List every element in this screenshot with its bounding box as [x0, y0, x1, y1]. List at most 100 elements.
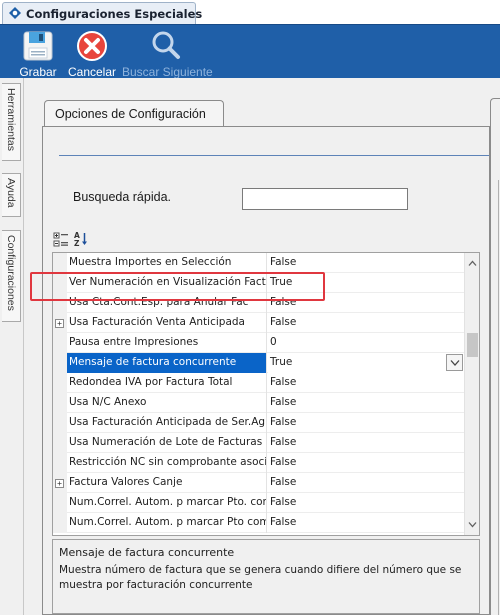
scroll-down-arrow-icon[interactable] — [468, 519, 477, 528]
property-name: Factura Valores Canje — [67, 473, 267, 493]
side-tab-ayuda[interactable]: Ayuda — [2, 173, 21, 217]
categorized-view-icon[interactable] — [52, 230, 70, 248]
quick-search-input[interactable] — [242, 188, 408, 210]
property-value[interactable]: False — [268, 413, 465, 433]
property-grid-rows: Muestra Importes en Selección False Ver Nu… — [53, 253, 465, 533]
property-row[interactable]: Ver Numeración en Visualización Factura T… — [53, 273, 465, 293]
main-area: Opciones de Configuración Busqueda rápid… — [24, 78, 500, 615]
save-button-label: Grabar — [19, 65, 57, 79]
property-name: Usa Facturación Venta Anticipada — [67, 313, 267, 333]
description-title: Mensaje de factura concurrente — [59, 546, 235, 559]
cancel-button[interactable]: Cancelar — [67, 28, 117, 79]
property-grid-scrollbar[interactable] — [464, 253, 479, 535]
find-next-button[interactable]: Buscar Siguiente — [122, 28, 213, 79]
save-button[interactable]: Grabar — [18, 28, 58, 79]
sort-az-icon[interactable]: A Z — [72, 230, 90, 248]
expand-plus-icon[interactable]: + — [55, 479, 64, 488]
property-value[interactable]: False — [268, 253, 465, 273]
chevron-down-icon — [450, 360, 460, 366]
property-value[interactable]: True — [268, 353, 465, 373]
property-row[interactable]: Num.Correl. Autom. p marcar Pto. como Fal… — [53, 493, 465, 513]
property-value[interactable]: 0 — [268, 333, 465, 353]
row-gutter — [53, 253, 67, 273]
property-value[interactable]: False — [268, 313, 465, 333]
side-tab-label: Ayuda — [5, 178, 17, 208]
svg-text:Z: Z — [74, 239, 80, 248]
side-tab-configuraciones[interactable]: Configuraciones — [2, 230, 21, 322]
property-row[interactable]: Redondea IVA por Factura Total False — [53, 373, 465, 393]
property-name: Usa Facturación Anticipada de Ser.Ag. — [67, 413, 267, 433]
row-gutter — [53, 293, 67, 313]
property-value[interactable]: True — [268, 273, 465, 293]
property-grid: Muestra Importes en Selección False Ver Nu… — [52, 252, 480, 536]
property-value[interactable]: False — [268, 373, 465, 393]
floppy-disk-icon — [21, 29, 55, 63]
window-tab[interactable]: Configuraciones Especiales — [2, 2, 202, 24]
property-value[interactable]: False — [268, 293, 465, 313]
row-gutter — [53, 453, 67, 473]
property-row[interactable]: + Factura Valores Canje False — [53, 473, 465, 493]
property-name: Muestra Importes en Selección — [67, 253, 267, 273]
side-tab-label: Configuraciones — [5, 235, 17, 311]
property-row[interactable]: Usa N/C Anexo False — [53, 393, 465, 413]
property-row[interactable]: Usa Numeración de Lote de Facturas False — [53, 433, 465, 453]
property-description-pane: Mensaje de factura concurrente Muestra n… — [52, 539, 480, 614]
description-text: Muestra número de factura que se genera … — [59, 564, 462, 591]
property-grid-toolbar: A Z — [52, 229, 480, 249]
property-name: Num.Correl. Autom. p marcar Pto como — [67, 513, 267, 533]
row-gutter: + — [53, 473, 67, 493]
property-name: Pausa entre Impresiones — [67, 333, 267, 353]
row-gutter — [53, 413, 67, 433]
config-panel: Busqueda rápida. A Z Muestra Importes en… — [42, 126, 490, 615]
side-tab-strip: Herramientas Ayuda Configuraciones — [0, 78, 24, 615]
window-tab-strip: Configuraciones Especiales — [0, 0, 500, 24]
scrollbar-thumb[interactable] — [467, 333, 478, 357]
property-value[interactable]: False — [268, 433, 465, 453]
tab-opciones-de-configuracion[interactable]: Opciones de Configuración — [44, 100, 224, 127]
property-name: Restricción NC sin comprobante asociado — [67, 453, 267, 473]
quick-search-label: Busqueda rápida. — [73, 190, 171, 204]
row-gutter — [53, 333, 67, 353]
cancel-x-icon — [75, 29, 109, 63]
property-name: Mensaje de factura concurrente — [67, 353, 267, 373]
property-name: Redondea IVA por Factura Total — [67, 373, 267, 393]
property-row[interactable]: Num.Correl. Autom. p marcar Pto como Fals… — [53, 513, 465, 533]
row-gutter: + — [53, 313, 67, 333]
panel-divider — [59, 155, 489, 156]
row-gutter — [53, 433, 67, 453]
row-gutter — [53, 393, 67, 413]
property-row[interactable]: Pausa entre Impresiones 0 — [53, 333, 465, 353]
tab-label: Opciones de Configuración — [55, 107, 206, 121]
row-gutter — [53, 353, 67, 373]
property-row-selected[interactable]: Mensaje de factura concurrente True — [53, 353, 465, 373]
property-name: Usa N/C Anexo — [67, 393, 267, 413]
property-row[interactable]: Muestra Importes en Selección False — [53, 253, 465, 273]
magnifier-icon — [149, 29, 183, 63]
app-logo-icon — [8, 6, 22, 20]
scroll-up-arrow-icon[interactable] — [468, 258, 477, 267]
row-gutter — [53, 373, 67, 393]
value-dropdown-button[interactable] — [446, 354, 463, 371]
property-row[interactable]: Usa Facturación Anticipada de Ser.Ag. Fal… — [53, 413, 465, 433]
side-tab-herramientas[interactable]: Herramientas — [2, 83, 21, 161]
property-value[interactable]: False — [268, 513, 465, 533]
property-name: Ver Numeración en Visualización Factura — [67, 273, 267, 293]
toolbar: Grabar Cancelar Buscar Siguiente — [0, 24, 500, 79]
find-next-button-label: Buscar Siguiente — [122, 65, 213, 79]
property-name: Num.Correl. Autom. p marcar Pto. como — [67, 493, 267, 513]
expand-plus-icon[interactable]: + — [55, 319, 64, 328]
property-value[interactable]: False — [268, 473, 465, 493]
row-gutter — [53, 513, 67, 533]
property-value[interactable]: False — [268, 453, 465, 473]
property-row[interactable]: Usa Cta.Cont.Esp. para Anular Fac False — [53, 293, 465, 313]
property-name: Usa Numeración de Lote de Facturas — [67, 433, 267, 453]
row-gutter — [53, 493, 67, 513]
property-name: Usa Cta.Cont.Esp. para Anular Fac — [67, 293, 267, 313]
property-value[interactable]: False — [268, 493, 465, 513]
window-tab-title: Configuraciones Especiales — [26, 7, 203, 21]
side-tab-label: Herramientas — [5, 88, 17, 152]
property-value[interactable]: False — [268, 393, 465, 413]
property-row[interactable]: + Usa Facturación Venta Anticipada False — [53, 313, 465, 333]
row-gutter — [53, 273, 67, 293]
property-row[interactable]: Restricción NC sin comprobante asociado F… — [53, 453, 465, 473]
